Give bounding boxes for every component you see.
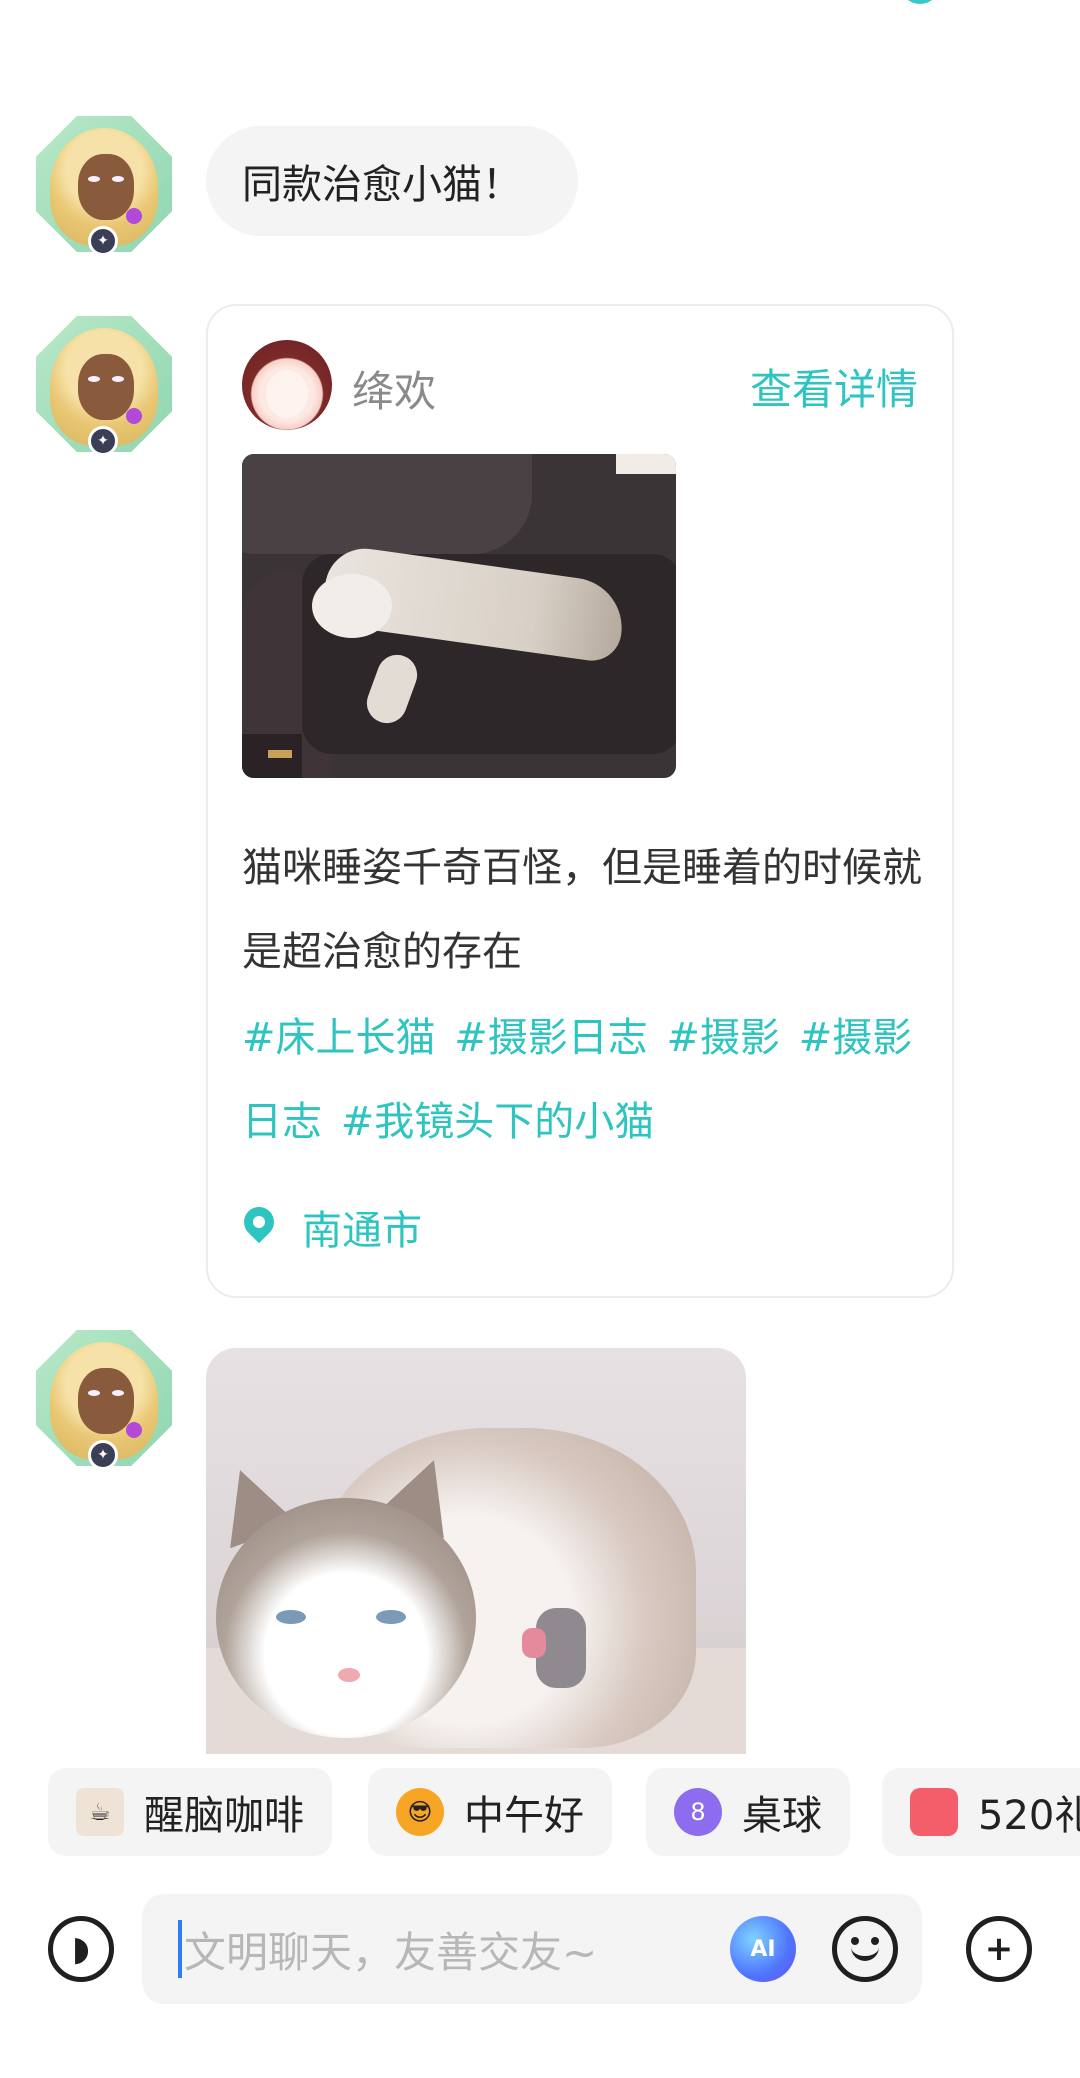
quick-reply-chip[interactable]: 😎 中午好: [368, 1768, 612, 1856]
top-partial-icon: [900, 0, 940, 4]
sun-sunglasses-icon: 😎: [396, 1788, 444, 1836]
coffee-icon: ☕: [76, 1788, 124, 1836]
quick-reply-chip[interactable]: 520礼: [882, 1768, 1080, 1856]
quick-reply-bar: ☕ 醒脑咖啡 😎 中午好 8 桌球 520礼: [0, 1768, 1080, 1856]
message-input[interactable]: 文明聊天，友善交友~: [142, 1894, 922, 2004]
emoji-icon[interactable]: [832, 1916, 898, 1982]
post-author-avatar[interactable]: [242, 340, 332, 430]
sender-avatar[interactable]: ✦: [36, 1330, 172, 1470]
post-location[interactable]: 南通市: [237, 1198, 422, 1256]
sender-avatar[interactable]: ✦: [36, 316, 172, 456]
star-badge-icon: ✦: [88, 226, 118, 256]
location-pin-icon: [237, 1200, 281, 1247]
shared-post-card[interactable]: 绛欢 查看详情 猫咪睡姿千奇百怪，但是睡着的时候就是超治愈的存在 #床上长猫 #…: [206, 304, 954, 1298]
voice-input-icon[interactable]: ◗: [48, 1916, 114, 1982]
quick-reply-chip[interactable]: ☕ 醒脑咖啡: [48, 1768, 332, 1856]
sender-avatar[interactable]: ✦: [36, 116, 172, 256]
chat-input-bar: ◗ 文明聊天，友善交友~ AI +: [0, 1886, 1080, 2010]
chat-screen: ✦ 同款治愈小猫！ ✦ 绛欢 查看详情 猫咪睡姿千奇百怪，但是睡着的时候就是超治…: [0, 0, 1080, 2078]
text-caret: [178, 1920, 182, 1978]
post-image-sleeping-cat[interactable]: [242, 454, 676, 778]
view-details-link[interactable]: 查看详情: [750, 356, 918, 417]
star-badge-icon: ✦: [88, 426, 118, 456]
photo-message-ragdoll-cat[interactable]: [206, 1348, 746, 1754]
plus-icon[interactable]: +: [966, 1916, 1032, 1982]
post-author-name: 绛欢: [352, 367, 437, 416]
text-message-bubble[interactable]: 同款治愈小猫！: [206, 126, 578, 236]
location-label: 南通市: [302, 1208, 422, 1254]
post-text: 猫咪睡姿千奇百怪，但是睡着的时候就是超治愈的存在: [242, 845, 922, 975]
input-placeholder: 文明聊天，友善交友~: [184, 1927, 598, 1977]
star-badge-icon: ✦: [88, 1440, 118, 1470]
ai-assistant-icon[interactable]: AI: [730, 1916, 796, 1982]
quick-reply-chip[interactable]: 8 桌球: [646, 1768, 850, 1856]
billiard-ball-icon: 8: [674, 1788, 722, 1836]
gift-icon: [910, 1788, 958, 1836]
post-hashtags[interactable]: #床上长猫 #摄影日志 #摄影 #摄影日志 #我镜头下的小猫: [242, 996, 932, 1164]
